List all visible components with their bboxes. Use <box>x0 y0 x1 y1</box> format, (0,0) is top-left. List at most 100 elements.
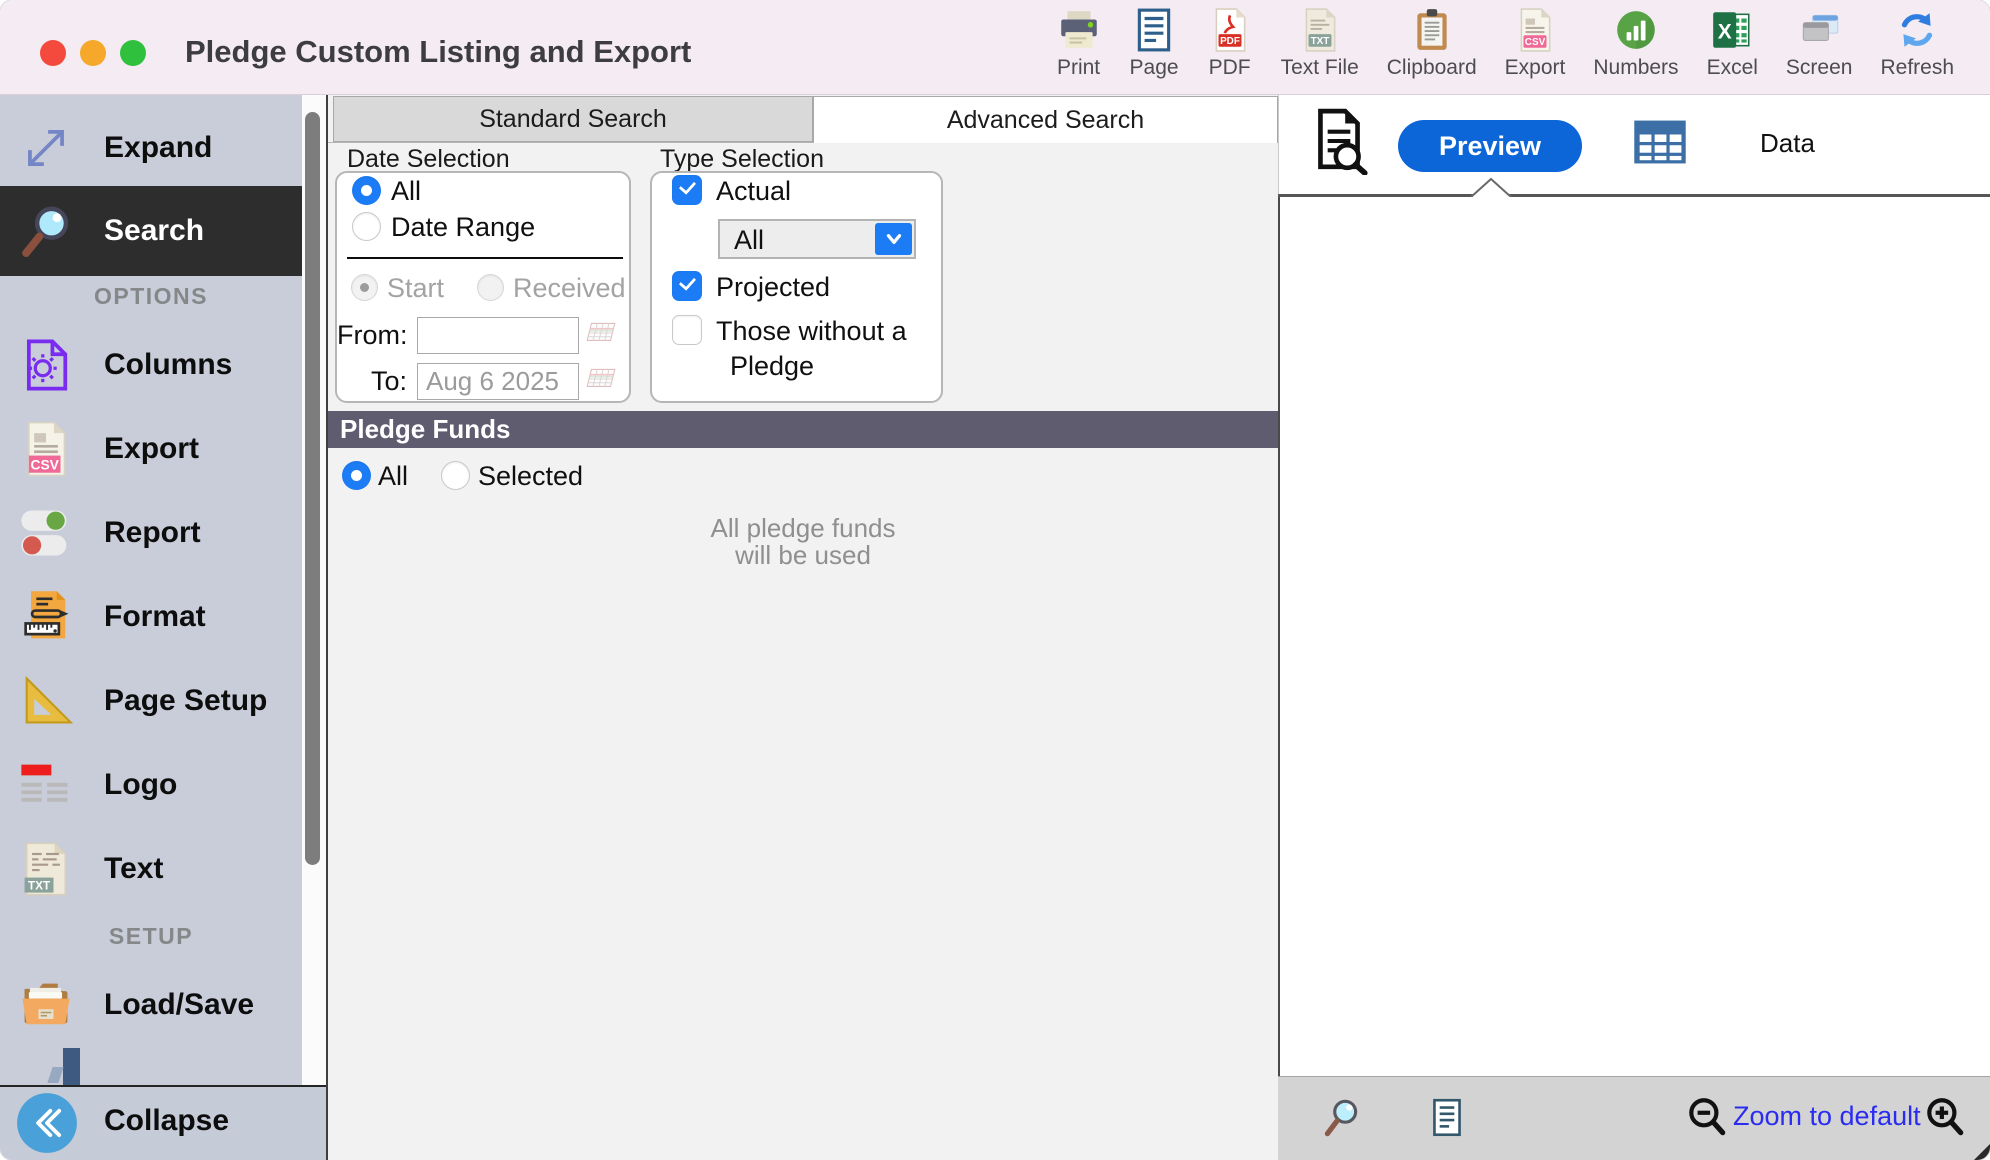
funds-selected-label: Selected <box>478 461 583 492</box>
toolbar-button-refresh[interactable]: Refresh <box>1866 7 1968 80</box>
from-calendar-icon[interactable] <box>584 319 618 347</box>
pdf-file-icon: PDF <box>1207 7 1253 53</box>
toolbar-button-screen[interactable]: Screen <box>1772 7 1867 80</box>
funds-selected-radio[interactable] <box>441 461 470 490</box>
projected-checkbox[interactable] <box>672 271 702 301</box>
toolbar-button-print[interactable]: Print <box>1042 7 1116 80</box>
date-all-radio[interactable] <box>352 176 381 205</box>
toolbar-button-numbers[interactable]: Numbers <box>1579 7 1692 80</box>
from-label: From: <box>337 320 407 351</box>
preview-panel: Preview Data Zoom to default <box>1278 95 1990 1160</box>
to-date-input[interactable] <box>417 363 579 400</box>
screen-icon <box>1796 7 1842 53</box>
refresh-icon <box>1894 7 1940 53</box>
group-divider <box>347 257 623 259</box>
date-range-radio[interactable] <box>352 212 381 241</box>
search-panel: Standard Search Advanced Search Date Sel… <box>326 95 1278 1160</box>
folder-icon <box>13 972 79 1038</box>
received-label: Received <box>513 273 626 304</box>
funds-note-line1: All pledge funds <box>328 515 1278 542</box>
clipped-sidebar-icon <box>63 1048 80 1085</box>
sidebar-scrollbar[interactable] <box>305 112 320 865</box>
printer-icon <box>1056 7 1102 53</box>
resize-grip[interactable] <box>1974 1144 1990 1160</box>
funds-note-line2: will be used <box>328 542 1278 569</box>
close-window-button[interactable] <box>40 40 66 66</box>
sidebar-item-columns[interactable]: Columns <box>0 323 302 407</box>
page-icon <box>1131 7 1177 53</box>
report-page-icon[interactable] <box>1424 1095 1470 1146</box>
minimize-window-button[interactable] <box>80 40 106 66</box>
funds-all-label: All <box>378 461 408 492</box>
data-grid-icon[interactable] <box>1630 112 1690 177</box>
csv-file-icon: CSV <box>13 416 79 482</box>
sidebar-item-page-setup[interactable]: Page Setup <box>0 659 302 743</box>
type-selection-group: Actual All Projected Those without a Ple… <box>650 171 943 403</box>
set-square-icon <box>13 668 79 734</box>
toolbar-label: Screen <box>1786 56 1853 80</box>
actual-checkbox[interactable] <box>672 175 702 205</box>
toolbar-label: Print <box>1057 56 1100 80</box>
toolbar-button-page[interactable]: Page <box>1116 7 1193 80</box>
without-pledge-checkbox[interactable] <box>672 315 702 345</box>
chevron-down-icon <box>875 223 912 255</box>
actual-label: Actual <box>716 176 791 207</box>
actual-type-value: All <box>734 225 764 256</box>
sidebar: Expand Search OPTIONS Columns CSV Export <box>0 95 326 1160</box>
sidebar-item-logo[interactable]: Logo <box>0 743 302 827</box>
svg-text:TXT: TXT <box>28 879 51 892</box>
start-radio[interactable] <box>351 274 378 301</box>
toolbar-button-pdf[interactable]: PDF PDF <box>1193 7 1267 80</box>
clipboard-icon <box>1409 7 1455 53</box>
sidebar-item-export[interactable]: CSV Export <box>0 407 302 491</box>
sidebar-collapse-bar[interactable]: Collapse <box>0 1085 326 1160</box>
zoom-to-default-link[interactable]: Zoom to default <box>1733 1101 1921 1132</box>
received-radio[interactable] <box>477 274 504 301</box>
sidebar-item-text[interactable]: TXT Text <box>0 827 302 911</box>
sidebar-item-report[interactable]: Report <box>0 491 302 575</box>
sidebar-item-load-save[interactable]: Load/Save <box>0 963 302 1047</box>
toolbar-button-text-file[interactable]: TXT Text File <box>1267 7 1373 80</box>
pledge-funds-title: Pledge Funds <box>340 414 510 445</box>
tab-standard-search[interactable]: Standard Search <box>333 96 813 142</box>
zoom-out-icon[interactable] <box>1684 1095 1730 1146</box>
preview-tab-button[interactable]: Preview <box>1398 120 1582 172</box>
csv-export-icon: CSV <box>1512 7 1558 53</box>
toolbar-button-export[interactable]: CSV Export <box>1491 7 1580 80</box>
zoom-in-icon[interactable] <box>1922 1095 1968 1146</box>
data-tab-label[interactable]: Data <box>1760 128 1815 159</box>
start-label: Start <box>387 273 444 304</box>
excel-icon: X <box>1709 7 1755 53</box>
actual-type-dropdown[interactable]: All <box>718 219 916 259</box>
from-date-input[interactable] <box>417 317 579 354</box>
sidebar-item-expand[interactable]: Expand <box>0 106 302 190</box>
preview-document-icon <box>1308 107 1370 180</box>
sidebar-section-setup: SETUP <box>0 923 302 950</box>
to-calendar-icon[interactable] <box>584 365 618 393</box>
columns-icon <box>13 332 79 398</box>
toolbar-button-excel[interactable]: X Excel <box>1693 7 1772 80</box>
collapse-icon <box>16 1092 78 1154</box>
funds-all-radio[interactable] <box>342 461 371 490</box>
toolbar-label: Text File <box>1281 56 1359 80</box>
toolbar-button-clipboard[interactable]: Clipboard <box>1373 7 1491 80</box>
tab-advanced-search[interactable]: Advanced Search <box>813 96 1278 143</box>
toolbar: Print Page PDF PDF TXT Text File <box>1042 7 1968 80</box>
to-label: To: <box>337 366 407 397</box>
sidebar-section-options: OPTIONS <box>0 283 302 310</box>
zoom-window-button[interactable] <box>120 40 146 66</box>
app-window: Pledge Custom Listing and Export Print P… <box>0 0 1990 1160</box>
numbers-icon <box>1613 7 1659 53</box>
txt-document-icon: TXT <box>13 836 79 902</box>
type-selection-title: Type Selection <box>660 145 824 174</box>
magnifier-icon[interactable] <box>1318 1095 1364 1146</box>
logo-placeholder-icon <box>13 752 79 818</box>
projected-label: Projected <box>716 272 830 303</box>
sidebar-item-format[interactable]: Format <box>0 575 302 659</box>
date-all-label: All <box>391 176 421 207</box>
preview-content <box>1280 197 1990 1076</box>
without-pledge-label-line1: Those without a <box>716 316 907 347</box>
panel-border-light <box>1278 95 1279 195</box>
sidebar-item-search[interactable]: Search <box>0 186 302 276</box>
toolbar-label: Page <box>1130 56 1179 80</box>
